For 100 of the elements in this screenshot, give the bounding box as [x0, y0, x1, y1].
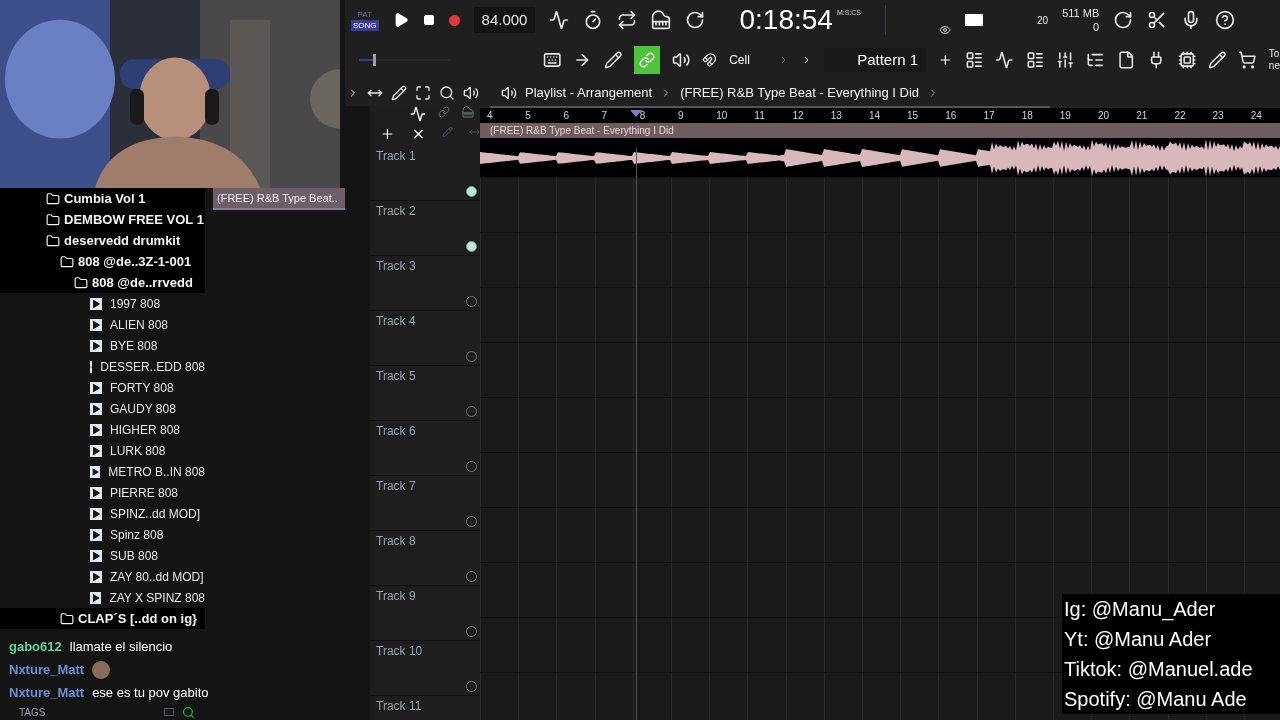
breadcrumb-item[interactable]: (FREE) R&B Type Beat - Everything I Did	[680, 83, 920, 103]
track-toggle[interactable]	[466, 241, 477, 252]
bar-number: 22	[1174, 109, 1186, 123]
piano-icon[interactable]	[462, 106, 474, 118]
track-toggle[interactable]	[466, 186, 477, 197]
help-icon[interactable]	[1215, 10, 1236, 30]
social-handle: Ig: @Manu_Ader	[1064, 597, 1217, 623]
track-name[interactable]: Track 6	[376, 424, 477, 438]
sample-item[interactable]: HIGHER 808	[110, 420, 181, 439]
playlist-icon[interactable]	[964, 50, 984, 70]
chat-message: llamate el silencio	[69, 637, 173, 656]
folder-icon	[46, 233, 60, 248]
bar-number: 19	[1059, 109, 1071, 123]
undo-icon[interactable]	[1113, 10, 1134, 30]
memory-reading: 511 MB	[1062, 6, 1100, 20]
file-icon[interactable]	[1116, 50, 1136, 70]
bar-number: 15	[907, 109, 919, 123]
mixer-icon[interactable]	[1056, 50, 1075, 70]
waveform-icon[interactable]	[410, 106, 426, 122]
social-handle: Tiktok: @Manuel.ade	[1064, 657, 1254, 682]
bar-number: 11	[754, 109, 765, 123]
add-icon[interactable]	[938, 52, 953, 68]
search-icon[interactable]	[182, 705, 195, 719]
chat-username: gabo612	[9, 637, 62, 656]
link-button[interactable]	[634, 46, 661, 74]
track-name[interactable]: Track 7	[376, 479, 477, 493]
sample-item[interactable]: LURK 808	[110, 441, 166, 460]
sample-item[interactable]: 1997 808	[110, 294, 161, 313]
sample-item[interactable]: GAUDY 808	[110, 399, 176, 418]
sample-item[interactable]: ALIEN 808	[110, 315, 169, 334]
bar-number: 16	[945, 109, 957, 123]
sample-item[interactable]: DESSER..EDD 808	[100, 357, 205, 376]
tool-icon[interactable]	[1177, 50, 1196, 70]
sample-item[interactable]: PIERRE 808	[110, 483, 179, 502]
sample-item[interactable]: ZAY 80..dd MOD]	[110, 567, 204, 586]
keyboard-icon[interactable]	[543, 50, 562, 70]
track-name[interactable]: Track 5	[376, 369, 477, 383]
track-name[interactable]: Track 9	[376, 589, 477, 603]
sample-item[interactable]: Spinz 808	[110, 525, 164, 544]
channel-rack-icon[interactable]	[1025, 50, 1044, 70]
bar-number: 24	[1250, 109, 1262, 123]
master-pitch-slider[interactable]	[359, 54, 452, 66]
bar-number: 18	[1021, 109, 1033, 123]
tool-icon[interactable]	[1208, 50, 1227, 70]
bar-number: 4	[487, 109, 493, 123]
track-name[interactable]: Track 2	[376, 204, 477, 218]
bar-number: 9	[677, 109, 684, 123]
social-handle: Spotify: @Manu Ade	[1064, 687, 1248, 712]
folder-icon	[60, 611, 74, 626]
bar-number: 20	[1098, 109, 1110, 123]
snap-selector[interactable]: Cell	[729, 51, 767, 69]
square-icon[interactable]	[164, 708, 174, 716]
sample-item[interactable]: ZAY X SPINZ 808	[109, 588, 205, 607]
bar-number: 14	[868, 109, 880, 123]
keyboard-plus-icon[interactable]	[651, 10, 672, 30]
bar-number: 17	[983, 109, 995, 123]
fullscreen-icon[interactable]	[415, 85, 431, 101]
track-name[interactable]: Track 1	[376, 149, 477, 163]
tempo-field[interactable]: 84.000	[473, 6, 536, 34]
dragged-clip[interactable]: (FREE) R&B Type Beat..	[213, 188, 345, 210]
paint-icon[interactable]	[391, 85, 407, 101]
add-track-icon[interactable]	[380, 126, 395, 142]
eye-icon[interactable]	[939, 24, 951, 36]
chat-username: Nxture_Matt	[9, 683, 85, 702]
pattern-selector[interactable]: Pattern 1	[824, 48, 927, 72]
social-handle: Yt: @Manu Ader	[1064, 627, 1213, 652]
sample-item[interactable]: SUB 808	[110, 546, 159, 565]
bar-number: 12	[792, 109, 804, 123]
loop-record-icon[interactable]	[685, 10, 706, 30]
song-time: 0:18:54	[739, 4, 833, 36]
track-name[interactable]: Track 10	[376, 644, 477, 658]
breadcrumb-item[interactable]: Playlist - Arrangement	[525, 83, 653, 103]
track-name[interactable]: Track 3	[376, 259, 477, 273]
speaker-icon[interactable]	[463, 85, 479, 101]
bar-number: 10	[716, 109, 728, 123]
track-name[interactable]: Track 4	[376, 314, 477, 328]
cart-icon[interactable]	[1238, 50, 1257, 70]
chat-message: ese es tu pov gabito	[92, 683, 209, 702]
folder-icon	[46, 212, 60, 227]
cut-label: ne	[1268, 60, 1280, 72]
stop-button[interactable]	[422, 14, 435, 26]
audio-clip[interactable]: (FREE) R&B Type Beat - Everything I Did	[480, 123, 1280, 177]
zoom-icon[interactable]	[439, 85, 455, 101]
speaker-icon[interactable]	[501, 85, 517, 101]
cut-label: To	[1268, 48, 1280, 60]
record-button[interactable]	[448, 14, 460, 26]
sample-item[interactable]: BYE 808	[110, 336, 158, 355]
track-name[interactable]: Track 11	[376, 699, 477, 713]
sample-item[interactable]: SPINZ..dd MOD]	[110, 504, 201, 523]
emote-icon	[92, 660, 111, 679]
folder-icon	[60, 254, 74, 269]
bar-number: 6	[563, 109, 569, 123]
sample-item[interactable]: FORTY 808	[110, 378, 174, 397]
cpu-reading: 20	[1037, 13, 1049, 28]
link-icon[interactable]	[438, 106, 450, 118]
scroll-bar[interactable]	[490, 106, 1050, 108]
sample-item[interactable]: METRO B..IN 808	[108, 462, 205, 481]
track-name[interactable]: Track 8	[376, 534, 477, 548]
countdown-icon[interactable]	[617, 10, 638, 30]
magnet-icon[interactable]	[702, 52, 718, 68]
